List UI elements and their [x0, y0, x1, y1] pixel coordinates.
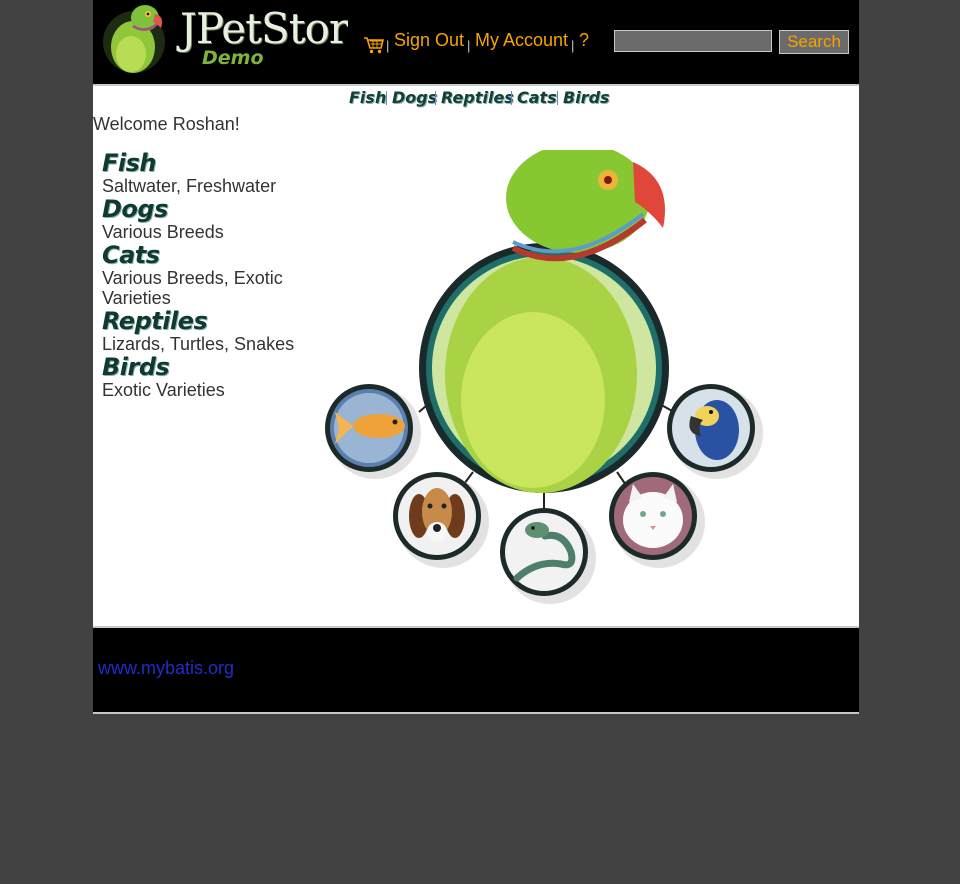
- parrot-region[interactable]: [419, 150, 669, 493]
- shopping-cart-icon: [364, 37, 385, 54]
- sidebar-category-description: Various Breeds, Exotic Varieties: [102, 268, 283, 308]
- sidebar-category-description: Lizards, Turtles, Snakes: [102, 334, 295, 354]
- fish-region[interactable]: [325, 384, 421, 479]
- quick-link-separator: [435, 91, 436, 105]
- sidebar-category-description: Saltwater, Freshwater: [102, 176, 277, 196]
- page: JPetStore Demo | Sign Out | My Account |…: [93, 0, 859, 714]
- help-link[interactable]: ?: [579, 30, 589, 51]
- category-image-map: [325, 150, 763, 604]
- parrot-logo-icon: [103, 5, 165, 73]
- macaw-region[interactable]: [667, 384, 763, 479]
- my-account-link[interactable]: My Account: [475, 30, 568, 51]
- logo-subtitle: Demo: [202, 47, 264, 69]
- quick-link-cats[interactable]: Cats: [517, 88, 557, 107]
- logo-title: JPetStore: [180, 4, 348, 53]
- dog-region[interactable]: [393, 472, 489, 568]
- menu-separator: |: [386, 38, 390, 53]
- menu-separator: |: [571, 38, 575, 53]
- sidebar: Fish Saltwater, Freshwater Dogs Various …: [102, 150, 312, 400]
- reptile-region[interactable]: [500, 508, 596, 604]
- welcome-message: Welcome Roshan!: [93, 114, 240, 134]
- sidebar-category-description: Exotic Varieties: [102, 380, 225, 400]
- search-input[interactable]: [614, 30, 772, 52]
- sidebar-category-description: Various Breeds: [102, 222, 224, 242]
- quick-link-separator: [557, 91, 558, 105]
- cat-region[interactable]: [609, 472, 705, 568]
- logo[interactable]: JPetStore Demo: [101, 2, 348, 76]
- sidebar-category-reptiles[interactable]: Reptiles: [102, 308, 312, 334]
- sign-out-link[interactable]: Sign Out: [394, 30, 464, 51]
- cart-link[interactable]: [363, 35, 385, 55]
- header: JPetStore Demo | Sign Out | My Account |…: [93, 0, 859, 86]
- quick-link-dogs[interactable]: Dogs: [392, 88, 437, 107]
- quick-link-separator: [386, 91, 387, 105]
- quick-link-fish[interactable]: Fish: [349, 88, 386, 107]
- sidebar-category-cats[interactable]: Cats: [102, 242, 312, 268]
- quick-link-reptiles[interactable]: Reptiles: [441, 88, 514, 107]
- quick-link-birds[interactable]: Birds: [563, 88, 610, 107]
- menu-separator: |: [467, 38, 471, 53]
- content: Fish Dogs Reptiles Cats Birds Welcome Ro…: [93, 86, 859, 626]
- sidebar-category-birds[interactable]: Birds: [102, 354, 312, 380]
- mybatis-link[interactable]: www.mybatis.org: [98, 658, 234, 679]
- footer: www.mybatis.org: [93, 626, 859, 714]
- sidebar-category-dogs[interactable]: Dogs: [102, 196, 312, 222]
- quick-link-separator: [511, 91, 512, 105]
- search-button[interactable]: Search: [779, 30, 849, 54]
- sidebar-category-fish[interactable]: Fish: [102, 150, 312, 176]
